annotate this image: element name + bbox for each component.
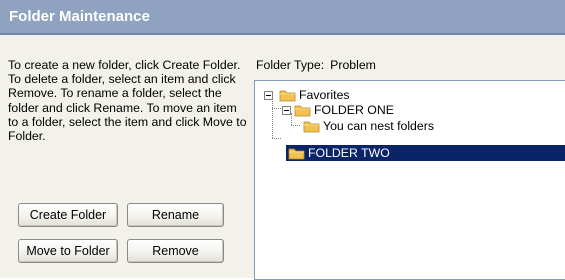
tree-item-favorites[interactable]: Favorites [255, 88, 565, 103]
remove-button[interactable]: Remove [127, 239, 224, 263]
window-title: Folder Maintenance [9, 8, 150, 25]
tree-connector [272, 138, 281, 139]
instructions-text: To create a new folder, click Create Fol… [8, 58, 247, 144]
folder-type-value: Problem [330, 58, 376, 72]
expander-minus-icon[interactable] [282, 106, 291, 115]
tree-item-label: FOLDER ONE [314, 103, 394, 117]
rename-button[interactable]: Rename [127, 203, 224, 227]
tree-item-label: FOLDER TWO [308, 146, 390, 160]
folder-icon [288, 148, 305, 160]
create-folder-button[interactable]: Create Folder [18, 203, 118, 227]
move-to-folder-button[interactable]: Move to Folder [18, 239, 118, 263]
tree-item-folder-two[interactable]: FOLDER TWO [255, 146, 565, 161]
tree-item-nested[interactable]: You can nest folders [255, 119, 565, 134]
tree-item-label: Favorites [299, 88, 350, 102]
tree-item-label: You can nest folders [323, 119, 434, 133]
expander-minus-icon[interactable] [264, 91, 273, 100]
folder-icon [279, 90, 296, 102]
folder-icon [303, 121, 320, 133]
folder-icon [294, 105, 311, 117]
folder-tree[interactable]: Favorites FOLDER ONE You can nest folder… [254, 80, 565, 280]
folder-type: Folder Type: Problem [256, 58, 376, 72]
folder-type-label: Folder Type: [256, 58, 325, 72]
title-bar: Folder Maintenance [0, 0, 565, 35]
tree-item-folder-one[interactable]: FOLDER ONE [255, 103, 565, 118]
